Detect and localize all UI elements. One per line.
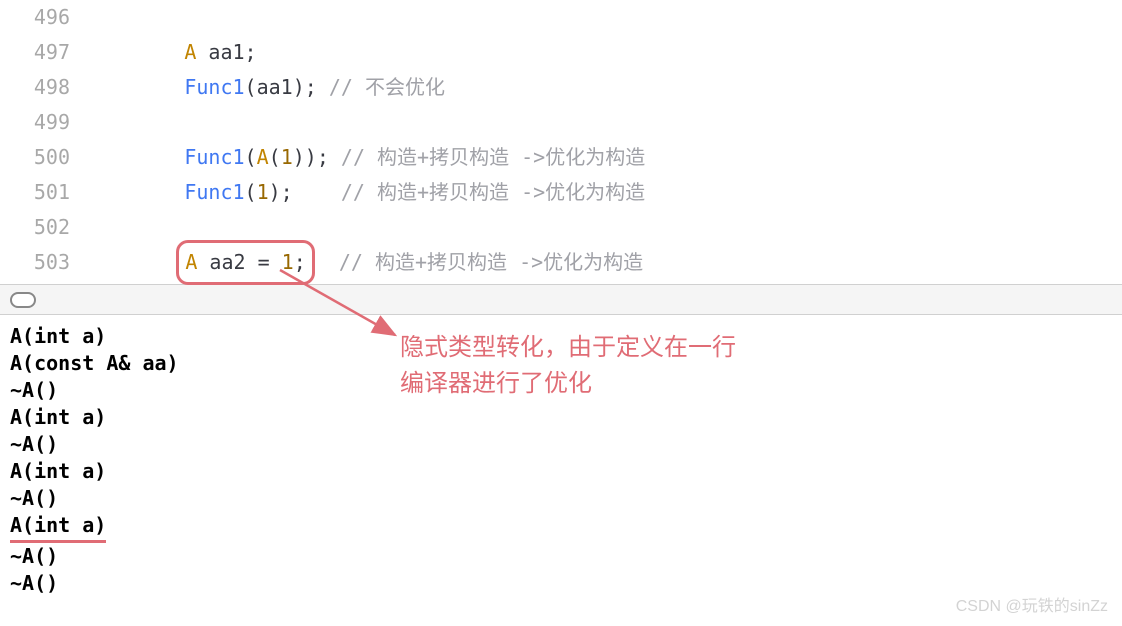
code-content: Func1(aa1); // 不会优化 — [88, 70, 445, 105]
annotation-line-1: 隐式类型转化，由于定义在一行 — [400, 330, 736, 366]
line-number: 502 — [0, 210, 88, 245]
output-line: ~A() — [10, 431, 1112, 458]
line-number: 496 — [0, 0, 88, 35]
line-number: 503 — [0, 245, 88, 280]
line-number: 500 — [0, 140, 88, 175]
highlight-box: A aa2 = 1; — [176, 240, 314, 285]
output-line: ~A() — [10, 485, 1112, 512]
line-number: 499 — [0, 105, 88, 140]
annotation-line-2: 编译器进行了优化 — [400, 366, 736, 402]
watermark: CSDN @玩铁的sinZz — [956, 592, 1108, 616]
code-line[interactable]: 498 Func1(aa1); // 不会优化 — [0, 70, 1122, 105]
code-line[interactable]: 496 — [0, 0, 1122, 35]
line-number: 497 — [0, 35, 88, 70]
output-line: A(int a) — [10, 404, 1112, 431]
output-line: ~A() — [10, 570, 1112, 597]
code-line[interactable]: 499 — [0, 105, 1122, 140]
code-content: A aa2 = 1; // 构造+拷贝构造 ->优化为构造 — [88, 240, 643, 285]
line-number: 501 — [0, 175, 88, 210]
code-content: A aa1; — [88, 35, 257, 70]
output-line: A(int a) — [10, 512, 1112, 543]
code-line[interactable]: 503 A aa2 = 1; // 构造+拷贝构造 ->优化为构造 — [0, 245, 1122, 280]
annotation-text: 隐式类型转化，由于定义在一行 编译器进行了优化 — [400, 330, 736, 402]
code-editor: 496497 A aa1;498 Func1(aa1); // 不会优化4995… — [0, 0, 1122, 285]
output-line: ~A() — [10, 543, 1112, 570]
output-line: A(int a) — [10, 458, 1112, 485]
output-toolbar — [0, 285, 1122, 315]
code-line[interactable]: 497 A aa1; — [0, 35, 1122, 70]
code-content: Func1(A(1)); // 构造+拷贝构造 ->优化为构造 — [88, 140, 645, 175]
output-toggle-icon[interactable] — [10, 292, 36, 308]
code-content: Func1(1); // 构造+拷贝构造 ->优化为构造 — [88, 175, 645, 210]
code-line[interactable]: 501 Func1(1); // 构造+拷贝构造 ->优化为构造 — [0, 175, 1122, 210]
code-line[interactable]: 500 Func1(A(1)); // 构造+拷贝构造 ->优化为构造 — [0, 140, 1122, 175]
line-number: 498 — [0, 70, 88, 105]
